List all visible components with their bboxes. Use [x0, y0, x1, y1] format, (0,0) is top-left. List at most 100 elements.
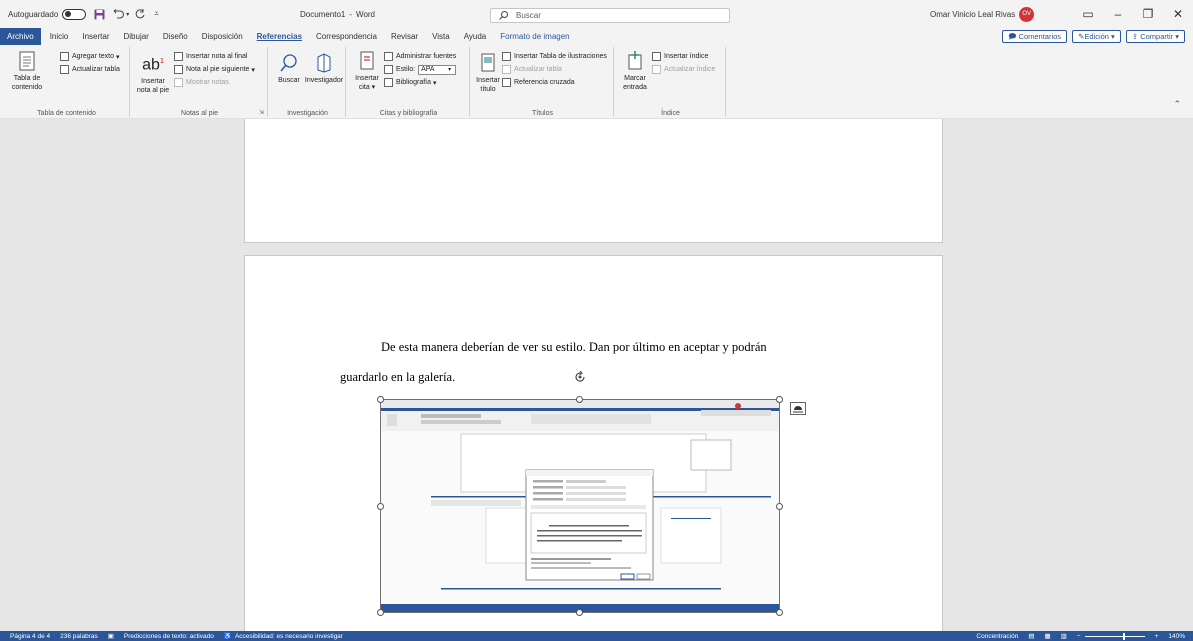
editing-button[interactable]: ✎Edición ▾	[1072, 30, 1121, 43]
page-count[interactable]: Página 4 de 4	[10, 633, 50, 640]
add-text-button[interactable]: Agregar texto ▾	[60, 51, 120, 62]
insert-tof-button[interactable]: Insertar Tabla de ilustraciones	[502, 51, 607, 62]
update-index-button[interactable]: Actualizar índice	[652, 64, 715, 75]
resize-handle-n[interactable]	[576, 396, 583, 403]
update-toc-button[interactable]: Actualizar tabla	[60, 64, 120, 75]
undo-dropdown-icon[interactable]: ▾	[126, 11, 129, 18]
resize-handle-e[interactable]	[776, 503, 783, 510]
endnote-icon	[174, 52, 183, 61]
mark-entry-label-1: Marcar	[624, 75, 646, 82]
tab-archivo[interactable]: Archivo	[0, 28, 41, 45]
title-bar: Autoguardado ▾ ⩡ Documento1 - Word Busca…	[0, 0, 1193, 28]
comments-button[interactable]: 🗩 Comentarios	[1002, 30, 1068, 43]
word-count[interactable]: 236 palabras	[60, 633, 98, 640]
print-layout-icon[interactable]: ▦	[1044, 632, 1050, 640]
paragraph-line-1[interactable]: De esta manera deberían de ver su estilo…	[381, 340, 767, 355]
share-button[interactable]: ⇪ Compartir ▾	[1125, 30, 1185, 43]
tab-ayuda[interactable]: Ayuda	[457, 28, 494, 45]
group-label-captions: Títulos	[531, 110, 553, 117]
zoom-slider-thumb[interactable]	[1122, 632, 1125, 640]
layout-options-button[interactable]	[790, 402, 806, 415]
ribbon-display-icon[interactable]: ▭	[1073, 7, 1103, 21]
document-area[interactable]: De esta manera deberían de ver su estilo…	[0, 119, 1193, 631]
chevron-down-icon: ▾	[1108, 32, 1115, 41]
insert-tof-label: Insertar Tabla de ilustraciones	[514, 53, 607, 60]
zoom-level[interactable]: 140%	[1168, 633, 1185, 640]
insert-caption-button[interactable]: Insertar título	[474, 53, 502, 94]
next-footnote-button[interactable]: Nota al pie siguiente ▾	[174, 64, 255, 75]
group-captions: Insertar título Insertar Tabla de ilustr…	[472, 47, 614, 117]
web-layout-icon[interactable]: ▥	[1061, 632, 1067, 640]
save-icon[interactable]	[94, 9, 105, 20]
tab-inicio[interactable]: Inicio	[43, 28, 76, 45]
page-3[interactable]	[244, 119, 943, 243]
tab-dibujar[interactable]: Dibujar	[117, 28, 156, 45]
manage-sources-button[interactable]: Administrar fuentes	[384, 51, 456, 62]
redo-icon[interactable]	[135, 8, 146, 20]
insert-caption-label-2: título	[480, 86, 496, 93]
autosave-toggle[interactable]	[62, 8, 87, 20]
group-citations: Insertar cita ▾ Administrar fuentes Esti…	[348, 47, 470, 117]
tab-correspondencia[interactable]: Correspondencia	[309, 28, 384, 45]
search-icon	[499, 11, 508, 20]
resize-handle-nw[interactable]	[377, 396, 384, 403]
proofing-icon[interactable]: ▣	[108, 632, 114, 640]
collapse-ribbon-icon[interactable]: ⌃	[1173, 99, 1181, 110]
show-notes-button[interactable]: Mostrar notas	[174, 77, 229, 88]
close-icon[interactable]: ✕	[1163, 7, 1193, 21]
tab-diseno[interactable]: Diseño	[156, 28, 195, 45]
toc-button[interactable]: Tabla de contenido	[10, 51, 44, 92]
style-icon	[384, 65, 393, 74]
zoom-slider[interactable]	[1084, 632, 1145, 640]
resize-handle-ne[interactable]	[776, 396, 783, 403]
user-area[interactable]: Omar Vinicio Leal Rivas OV	[930, 0, 1035, 28]
toc-label-1: Tabla de	[13, 75, 41, 82]
show-notes-icon	[174, 78, 183, 87]
restore-icon[interactable]: ❐	[1133, 7, 1163, 21]
tab-disposicion[interactable]: Disposición	[195, 28, 250, 45]
zoom-out-icon[interactable]: −	[1077, 633, 1081, 640]
tab-formato-imagen[interactable]: Formato de imagen	[493, 28, 576, 45]
avatar[interactable]: OV	[1019, 6, 1035, 22]
read-mode-icon[interactable]: ▤	[1028, 632, 1034, 640]
app-name: Word	[356, 9, 375, 19]
undo-icon[interactable]	[113, 8, 125, 20]
tab-insertar[interactable]: Insertar	[75, 28, 116, 45]
search-button[interactable]: Buscar	[274, 53, 304, 85]
cross-reference-button[interactable]: Referencia cruzada	[502, 77, 575, 88]
insert-endnote-button[interactable]: Insertar nota al final	[174, 51, 247, 62]
tab-vista[interactable]: Vista	[425, 28, 457, 45]
customize-toolbar-icon[interactable]: ⩡	[154, 9, 159, 19]
selected-image[interactable]	[380, 399, 780, 613]
search-box[interactable]: Buscar	[490, 8, 730, 23]
resize-handle-se[interactable]	[776, 609, 783, 616]
resize-handle-sw[interactable]	[377, 609, 384, 616]
rotate-handle-icon[interactable]	[574, 371, 586, 384]
text-predictions[interactable]: Predicciones de texto: activado	[124, 633, 214, 640]
update-tof-button[interactable]: Actualizar tabla	[502, 64, 562, 75]
insert-index-button[interactable]: Insertar índice	[652, 51, 708, 62]
comments-label: Comentarios	[1018, 32, 1062, 41]
group-label-toc: Tabla de contenido	[37, 110, 96, 117]
zoom-in-icon[interactable]: +	[1155, 633, 1159, 640]
dialog-launcher-icon[interactable]: ⇲	[259, 109, 264, 116]
researcher-button[interactable]: Investigador	[304, 53, 344, 85]
bibliography-button[interactable]: Bibliografía ▾	[384, 77, 437, 88]
index-icon	[652, 52, 661, 61]
mark-entry-button[interactable]: Marcar entrada	[620, 51, 650, 92]
resize-handle-s[interactable]	[576, 609, 583, 616]
accessibility-status[interactable]: Accesibilidad: es necesario investigar	[235, 633, 343, 640]
style-label: Estilo:	[396, 66, 416, 73]
researcher-icon	[317, 53, 331, 73]
minimize-icon[interactable]: –	[1103, 7, 1133, 21]
insert-citation-button[interactable]: Insertar cita ▾	[352, 51, 382, 92]
tab-referencias[interactable]: Referencias	[250, 28, 309, 45]
manage-sources-label: Administrar fuentes	[396, 53, 457, 60]
paragraph-line-2[interactable]: guardarlo en la galería.	[340, 370, 455, 385]
focus-mode[interactable]: Concentración	[976, 633, 1018, 640]
insert-footnote-button[interactable]: ab1 Insertar nota al pie	[136, 53, 170, 95]
resize-handle-w[interactable]	[377, 503, 384, 510]
style-select[interactable]: Estilo: APA ▾	[384, 64, 457, 75]
tab-revisar[interactable]: Revisar	[384, 28, 425, 45]
show-notes-label: Mostrar notas	[186, 79, 229, 86]
